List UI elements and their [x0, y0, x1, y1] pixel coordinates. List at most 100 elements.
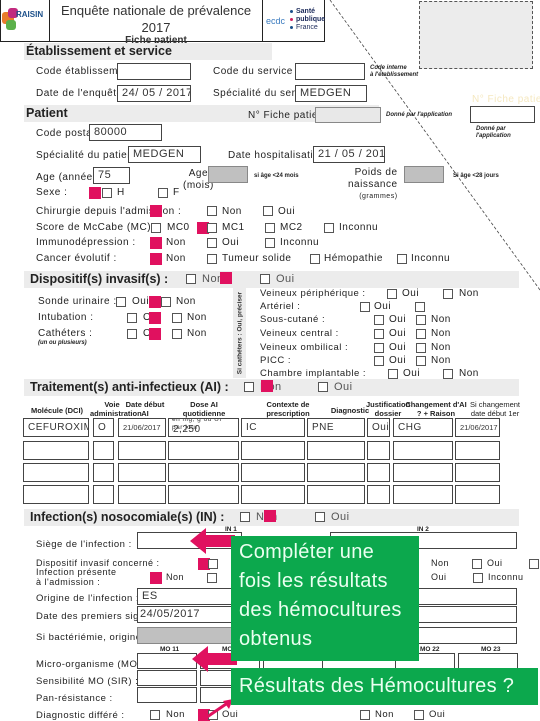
checkbox-dispositifs-non[interactable]: [186, 274, 196, 284]
checkbox-cancer-tumeur[interactable]: [207, 254, 217, 264]
ai-cell[interactable]: [455, 463, 500, 482]
checkbox-intubation-non[interactable]: [172, 313, 182, 323]
ai-cell[interactable]: [307, 441, 365, 460]
checkbox-dispositif-in2-inconnu[interactable]: [529, 559, 539, 569]
ai-cell[interactable]: [168, 441, 239, 460]
ai-cell[interactable]: 21/06/2017: [455, 418, 500, 437]
bacteriemie-in1-field[interactable]: [137, 627, 242, 644]
ai-cell[interactable]: [168, 463, 239, 482]
code-etab-field[interactable]: [117, 63, 191, 80]
checkbox-cath-5-non[interactable]: [416, 356, 426, 366]
ai-cell[interactable]: [118, 485, 166, 504]
ai-cell[interactable]: Oui: [367, 418, 390, 437]
checkbox-dispositif-in1-non[interactable]: [208, 559, 218, 569]
checkbox-cath-2-non[interactable]: [416, 315, 426, 325]
fiche-field[interactable]: [315, 107, 381, 123]
checkbox-infection-non[interactable]: [240, 512, 250, 522]
checkbox-cath-0-oui[interactable]: [387, 289, 397, 299]
checkbox-cath-6-oui[interactable]: [388, 369, 398, 379]
ai-cell[interactable]: [23, 485, 89, 504]
checkbox-intubation-oui[interactable]: [127, 313, 137, 323]
ai-cell[interactable]: CEFUROXIME: [23, 418, 89, 437]
checkbox-cancer-inconnu[interactable]: [397, 254, 407, 264]
checkbox-immuno-inconnu[interactable]: [265, 238, 275, 248]
checkbox-cath-5-oui[interactable]: [374, 356, 384, 366]
ai-cell[interactable]: [168, 485, 239, 504]
ai-cell[interactable]: [455, 485, 500, 504]
code-service-field[interactable]: [295, 63, 365, 80]
ai-cell[interactable]: [118, 441, 166, 460]
checkbox-traitement-oui[interactable]: [318, 382, 328, 392]
ai-cell[interactable]: [241, 485, 305, 504]
checkbox-mc-inconnu[interactable]: [324, 223, 334, 233]
ai-cell[interactable]: [23, 463, 89, 482]
checkbox-dispositifs-oui[interactable]: [260, 274, 270, 284]
checkbox-cath-6-non[interactable]: [443, 369, 453, 379]
checkbox-cath-1-oui[interactable]: [360, 302, 370, 312]
checkbox-diag-in2-non[interactable]: [360, 710, 370, 720]
ai-cell[interactable]: [393, 485, 453, 504]
checkbox-mc0[interactable]: [151, 223, 161, 233]
poids-field[interactable]: [404, 166, 444, 183]
date-hosp-field[interactable]: 21 / 05 / 2017: [313, 146, 385, 163]
checkbox-cancer-hemopathie[interactable]: [310, 254, 320, 264]
age-mois-field[interactable]: [208, 166, 248, 183]
checkbox-cath-3-non[interactable]: [416, 329, 426, 339]
ai-cell[interactable]: [241, 441, 305, 460]
date-enquete-field[interactable]: 24/ 05 / 2017: [117, 85, 191, 102]
ai-cell[interactable]: [23, 441, 89, 460]
ai-cell[interactable]: CHG: [393, 418, 453, 437]
ai-cell[interactable]: [118, 463, 166, 482]
mo-23-field[interactable]: [458, 653, 518, 669]
ai-cell[interactable]: [93, 485, 114, 504]
checkbox-chirurgie-non[interactable]: [207, 206, 217, 216]
checkbox-mc2[interactable]: [265, 223, 275, 233]
checkbox-diag-in1-non[interactable]: [150, 710, 160, 720]
ai-cell[interactable]: IC: [241, 418, 305, 437]
ai-cell[interactable]: [393, 441, 453, 460]
ai-cell[interactable]: en mg, g ou UI par jour 2,250: [168, 418, 239, 437]
checkbox-catheters-oui[interactable]: [127, 329, 137, 339]
ai-cell[interactable]: [307, 463, 365, 482]
checkbox-diag-in2-oui[interactable]: [414, 710, 424, 720]
ai-cell[interactable]: [93, 441, 114, 460]
mo-11-field[interactable]: [137, 653, 197, 669]
checkbox-dispositif-in2-oui[interactable]: [472, 559, 482, 569]
ai-cell[interactable]: [367, 485, 390, 504]
specialite-patient-field[interactable]: MEDGEN: [128, 146, 201, 163]
checkbox-chirurgie-oui[interactable]: [263, 206, 273, 216]
specialite-service-field[interactable]: MEDGEN: [295, 85, 367, 102]
ai-cell[interactable]: [455, 441, 500, 460]
panres-11-field[interactable]: [137, 687, 197, 703]
ai-cell[interactable]: [93, 463, 114, 482]
date-signes-in1-field[interactable]: 24/05/2017: [137, 606, 242, 623]
ai-cell[interactable]: O: [93, 418, 114, 437]
checkbox-cath-4-non[interactable]: [416, 343, 426, 353]
ai-cell[interactable]: [307, 485, 365, 504]
checkbox-presente-in2-inconnu[interactable]: [473, 573, 483, 583]
checkbox-cath-0-non[interactable]: [443, 289, 453, 299]
checkbox-cath-3-oui[interactable]: [374, 329, 384, 339]
checkbox-sexe-h[interactable]: [102, 188, 112, 198]
ai-cell[interactable]: [393, 463, 453, 482]
ai-cell[interactable]: 21/06/2017: [118, 418, 166, 437]
fiche-patient-ghost-field[interactable]: [470, 106, 535, 123]
checkbox-infection-oui[interactable]: [315, 512, 325, 522]
checkbox-cath-4-oui[interactable]: [374, 343, 384, 353]
checkbox-cath-2-oui[interactable]: [374, 315, 384, 325]
origine-in1-field[interactable]: ES: [137, 588, 242, 605]
checkbox-sonde-non[interactable]: [161, 297, 171, 307]
sensibilite-11-field[interactable]: [137, 670, 197, 686]
checkbox-cath-1-non[interactable]: [415, 302, 425, 312]
ai-cell[interactable]: [367, 441, 390, 460]
age-annees-field[interactable]: 75: [93, 167, 130, 184]
checkbox-traitement-non[interactable]: [244, 382, 254, 392]
checkbox-sonde-oui[interactable]: [116, 297, 126, 307]
code-postal-field[interactable]: 80000: [89, 124, 162, 141]
checkbox-presente-in1-oui[interactable]: [207, 573, 217, 583]
ai-cell[interactable]: [367, 463, 390, 482]
checkbox-catheters-non[interactable]: [172, 329, 182, 339]
checkbox-immuno-oui[interactable]: [207, 238, 217, 248]
checkbox-sexe-f[interactable]: [158, 188, 168, 198]
ai-cell[interactable]: PNE: [307, 418, 365, 437]
